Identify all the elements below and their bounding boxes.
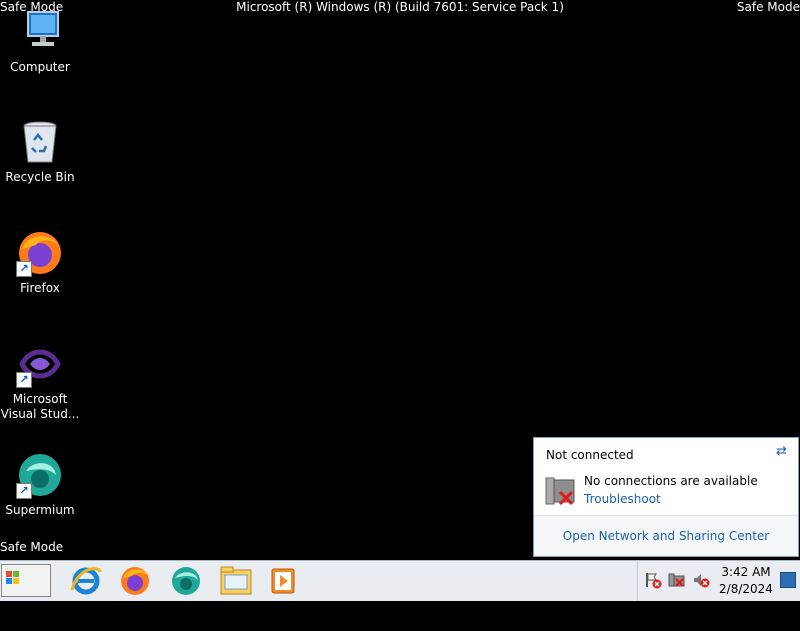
- open-network-center-link[interactable]: Open Network and Sharing Center: [534, 515, 798, 556]
- computer-icon: [16, 8, 64, 56]
- network-flyout: Not connected ⇄ No connections are avail…: [533, 437, 799, 557]
- action-center-error-icon[interactable]: [644, 571, 662, 589]
- recycle-bin-icon: [16, 118, 64, 166]
- desktop-icon-computer[interactable]: Computer: [0, 8, 80, 75]
- clock-time: 3:42 AM: [721, 565, 771, 579]
- safe-mode-label-bottom-left: Safe Mode: [0, 540, 64, 554]
- shortcut-arrow-icon: ↗: [16, 261, 32, 277]
- internet-explorer-icon: [70, 567, 102, 595]
- volume-muted-icon[interactable]: [692, 571, 710, 589]
- shortcut-arrow-icon: ↗: [16, 372, 32, 388]
- desktop-icon-supermium[interactable]: ↗ Supermium: [0, 451, 80, 518]
- system-tray: 3:42 AM 2/8/2024: [637, 561, 800, 601]
- desktop-icon-label: Microsoft Visual Stud...: [0, 392, 80, 421]
- desktop-icon-label: Recycle Bin: [5, 170, 75, 184]
- troubleshoot-link[interactable]: Troubleshoot: [584, 492, 661, 506]
- network-error-icon[interactable]: [668, 571, 686, 589]
- desktop-icon-label: Firefox: [20, 281, 60, 295]
- taskbar: Start 3:42 AM 2/8/2024: [0, 560, 800, 621]
- firefox-icon: ↗: [16, 229, 64, 277]
- windows-flag-icon: [6, 565, 20, 598]
- taskbar-file-explorer[interactable]: [218, 564, 254, 598]
- taskbar-media-player[interactable]: [266, 564, 302, 598]
- show-desktop-icon[interactable]: [780, 572, 796, 588]
- safe-mode-label-top-right: Safe Mode: [736, 0, 800, 14]
- firefox-icon: [121, 567, 149, 595]
- desktop-icon-firefox[interactable]: ↗ Firefox: [0, 229, 80, 296]
- clock-date: 2/8/2024: [719, 582, 773, 596]
- taskbar-supermium[interactable]: [168, 564, 204, 598]
- desktop-icon-visual-studio[interactable]: ↗ Microsoft Visual Stud...: [0, 340, 80, 422]
- start-button[interactable]: Start: [1, 564, 51, 621]
- taskbar-firefox[interactable]: [117, 564, 153, 598]
- desktop-icon-recycle-bin[interactable]: Recycle Bin: [0, 118, 80, 185]
- clock[interactable]: 3:42 AM 2/8/2024: [716, 564, 776, 598]
- supermium-icon: [172, 567, 200, 595]
- os-build-label: Microsoft (R) Windows (R) (Build 7601: S…: [236, 0, 564, 14]
- visual-studio-icon: ↗: [16, 340, 64, 388]
- start-label: Start: [6, 607, 41, 621]
- shortcut-arrow-icon: ↗: [16, 483, 32, 499]
- refresh-icon[interactable]: ⇄: [776, 444, 792, 460]
- taskbar-internet-explorer[interactable]: [68, 564, 104, 598]
- desktop-icon-label: Supermium: [5, 503, 75, 517]
- network-message: No connections are available: [584, 474, 758, 488]
- supermium-icon: ↗: [16, 451, 64, 499]
- network-status-title: Not connected: [546, 448, 634, 462]
- network-disconnected-icon: [544, 474, 578, 508]
- desktop-icon-label: Computer: [10, 60, 70, 74]
- media-player-icon: [271, 568, 295, 594]
- file-explorer-icon: [220, 566, 252, 595]
